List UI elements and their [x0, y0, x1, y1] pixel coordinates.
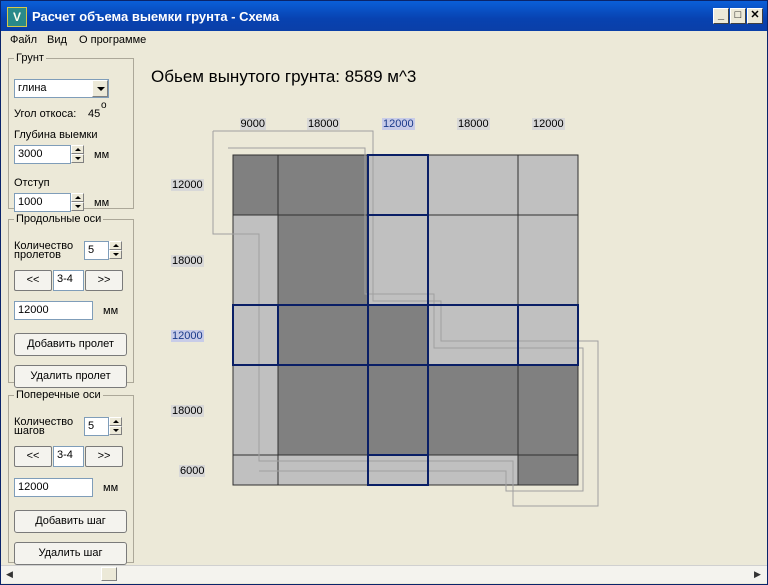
- depth-input[interactable]: 3000: [14, 145, 71, 164]
- menu-about[interactable]: О программе: [79, 34, 146, 46]
- slope-value: 45: [88, 108, 101, 120]
- close-button[interactable]: ✕: [747, 8, 763, 24]
- span-prev-button[interactable]: <<: [14, 270, 52, 291]
- title-bar[interactable]: V Расчет объема выемки грунта - Схема _ …: [1, 1, 767, 31]
- offset-input[interactable]: 1000: [14, 193, 71, 212]
- ground-legend: Грунт: [16, 52, 44, 64]
- spin-down-icon[interactable]: [109, 426, 122, 435]
- span-current-value: 3-4: [57, 273, 73, 285]
- grid-cell[interactable]: [232, 154, 279, 216]
- depth-unit: мм: [94, 149, 110, 161]
- spin-down-icon[interactable]: [71, 154, 84, 163]
- menu-view[interactable]: Вид: [47, 34, 67, 46]
- app-icon[interactable]: V: [7, 7, 27, 27]
- grid-cell[interactable]: [367, 154, 429, 216]
- scroll-left-icon[interactable]: ◀: [2, 567, 17, 582]
- step-count-value: 5: [88, 420, 95, 432]
- depth-value: 3000: [18, 148, 43, 160]
- add-step-button[interactable]: Добавить шаг: [14, 510, 127, 533]
- span-count-input[interactable]: 5: [84, 241, 109, 260]
- span-size-input[interactable]: 12000: [14, 301, 93, 320]
- step-current-value: 3-4: [57, 449, 73, 461]
- grid-cell[interactable]: [367, 214, 429, 306]
- grid-cell[interactable]: [427, 364, 519, 456]
- grid-cell[interactable]: [232, 454, 279, 486]
- grid-cell[interactable]: [517, 214, 579, 306]
- span-size-unit: мм: [103, 305, 119, 317]
- spin-up-icon[interactable]: [71, 193, 84, 202]
- step-count-input[interactable]: 5: [84, 417, 109, 436]
- span-next-button[interactable]: >>: [85, 270, 123, 291]
- long-axes-legend: Продольные оси: [16, 213, 102, 225]
- grid-cell[interactable]: [367, 364, 429, 456]
- step-prev-button[interactable]: <<: [14, 446, 52, 467]
- grid-cell[interactable]: [427, 214, 519, 306]
- grid-cell[interactable]: [367, 454, 429, 486]
- scroll-thumb[interactable]: [101, 567, 117, 581]
- scheme-canvas[interactable]: Обьем вынутого грунта: 8589 м^3 9000 1800…: [138, 51, 765, 563]
- spin-up-icon[interactable]: [109, 417, 122, 426]
- span-count-label-2: пролетов: [14, 249, 61, 261]
- depth-spinner[interactable]: [71, 145, 84, 164]
- span-count-value: 5: [88, 244, 95, 256]
- grid-cell[interactable]: [427, 154, 519, 216]
- step-next-button[interactable]: >>: [85, 446, 123, 467]
- grid-cell[interactable]: [517, 454, 579, 486]
- menu-bar: Файл Вид О программе: [1, 31, 767, 49]
- chevron-down-icon[interactable]: [92, 80, 108, 97]
- grid-cell[interactable]: [427, 454, 519, 486]
- grid-cell[interactable]: [277, 154, 369, 216]
- cross-axes-group: Поперечные оси Количество шагов 5 << 3-4…: [8, 389, 134, 565]
- grid-cell[interactable]: [517, 364, 579, 456]
- step-size-value: 12000: [18, 481, 49, 493]
- slope-label: Угол откоса:: [14, 108, 77, 120]
- remove-span-button[interactable]: Удалить пролет: [14, 365, 127, 388]
- step-size-unit: мм: [103, 482, 119, 494]
- grid-cell[interactable]: [277, 304, 369, 366]
- menu-file[interactable]: Файл: [10, 34, 37, 46]
- offset-value: 1000: [18, 196, 43, 208]
- grid-cell[interactable]: [232, 364, 279, 456]
- maximize-button[interactable]: □: [730, 8, 746, 24]
- span-count-spinner[interactable]: [109, 241, 122, 260]
- offset-spinner[interactable]: [71, 193, 84, 212]
- grid-cell[interactable]: [367, 304, 429, 366]
- span-current-field[interactable]: 3-4: [53, 270, 84, 291]
- spin-down-icon[interactable]: [71, 202, 84, 211]
- step-count-spinner[interactable]: [109, 417, 122, 436]
- remove-step-button[interactable]: Удалить шаг: [14, 542, 127, 565]
- grid-cell[interactable]: [517, 304, 579, 366]
- spin-up-icon[interactable]: [71, 145, 84, 154]
- grid-cell[interactable]: [277, 364, 369, 456]
- grid-cell[interactable]: [232, 304, 279, 366]
- grid-cell[interactable]: [277, 454, 369, 486]
- step-count-label-2: шагов: [14, 425, 45, 437]
- grid-cell[interactable]: [277, 214, 369, 306]
- depth-label: Глубина выемки: [14, 129, 98, 141]
- spin-up-icon[interactable]: [109, 241, 122, 250]
- degree-symbol: o: [101, 100, 107, 111]
- scroll-right-icon[interactable]: ▶: [750, 567, 765, 582]
- span-size-value: 12000: [18, 304, 49, 316]
- window-title: Расчет объема выемки грунта - Схема: [32, 9, 280, 24]
- step-size-input[interactable]: 12000: [14, 478, 93, 497]
- long-axes-group: Продольные оси Количество пролетов 5 << …: [8, 213, 134, 388]
- left-panel: Грунт глина Угол откоса: 45 o Глубина вы…: [3, 51, 135, 565]
- horizontal-scrollbar[interactable]: ◀ ▶: [1, 565, 767, 583]
- grid-cell[interactable]: [232, 214, 279, 306]
- excavation-grid[interactable]: [138, 51, 765, 563]
- ground-type-select[interactable]: глина: [14, 79, 109, 98]
- minimize-button[interactable]: _: [713, 8, 729, 24]
- ground-group: Грунт глина Угол откоса: 45 o Глубина вы…: [8, 52, 134, 212]
- offset-label: Отступ: [14, 177, 50, 189]
- add-span-button[interactable]: Добавить пролет: [14, 333, 127, 356]
- grid-cell[interactable]: [517, 154, 579, 216]
- app-window: V Расчет объема выемки грунта - Схема _ …: [0, 0, 768, 585]
- step-current-field[interactable]: 3-4: [53, 446, 84, 467]
- cross-axes-legend: Поперечные оси: [16, 389, 101, 401]
- offset-unit: мм: [94, 197, 110, 209]
- ground-type-value: глина: [18, 82, 47, 94]
- spin-down-icon[interactable]: [109, 250, 122, 259]
